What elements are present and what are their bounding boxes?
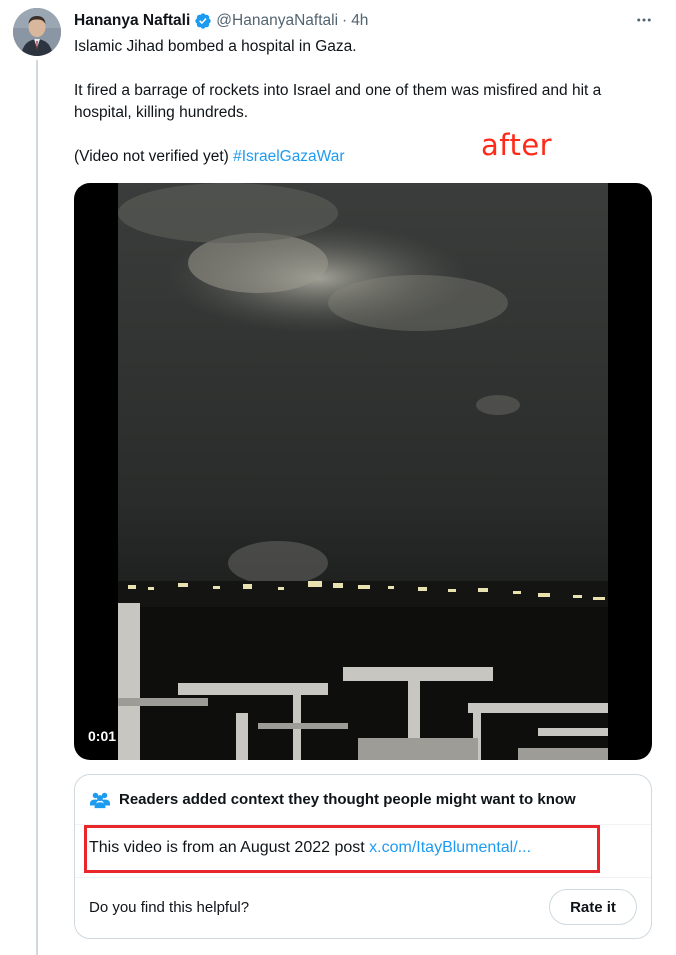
thread-line <box>36 60 38 955</box>
tweet-text-note: (Video not verified yet) <box>74 148 229 165</box>
video-frame <box>118 183 608 760</box>
community-note: Readers added context they thought peopl… <box>74 774 652 939</box>
tweet-header: Hananya Naftali @HananyaNaftali · 4h <box>74 10 656 32</box>
author-handle[interactable]: @HananyaNaftali <box>216 12 338 30</box>
tweet-page: Hananya Naftali @HananyaNaftali · 4h Isl… <box>0 0 676 955</box>
community-note-title: Readers added context they thought peopl… <box>119 791 576 808</box>
verified-badge-icon[interactable] <box>194 12 212 30</box>
people-icon <box>89 790 111 810</box>
tweet-text-line1: Islamic Jihad bombed a hospital in Gaza. <box>74 38 357 55</box>
helpful-question: Do you find this helpful? <box>89 899 250 916</box>
rate-it-button[interactable]: Rate it <box>549 889 637 925</box>
avatar[interactable] <box>13 8 61 56</box>
tweet-text: Islamic Jihad bombed a hospital in Gaza.… <box>74 36 659 168</box>
hashtag-link[interactable]: #IsraelGazaWar <box>233 148 344 165</box>
author-name[interactable]: Hananya Naftali <box>74 12 190 30</box>
separator-dot: · <box>342 12 348 29</box>
video-player[interactable]: 0:01 <box>74 183 652 760</box>
community-note-source-link[interactable]: x.com/ItayBlumental/... <box>369 839 531 856</box>
note-divider <box>75 877 651 878</box>
tweet-time[interactable]: 4h <box>351 12 368 30</box>
tweet-text-line2: It fired a barrage of rockets into Israe… <box>74 82 602 121</box>
community-note-header: Readers added context they thought peopl… <box>75 775 651 825</box>
video-timestamp: 0:01 <box>88 728 117 744</box>
community-note-text: This video is from an August 2022 post <box>89 839 365 856</box>
community-note-body: This video is from an August 2022 post x… <box>89 839 531 857</box>
more-dots-icon[interactable] <box>634 10 654 30</box>
tweet-text-line3: (Video not verified yet) #IsraelGazaWar <box>74 146 659 168</box>
after-annotation: after <box>481 128 553 162</box>
